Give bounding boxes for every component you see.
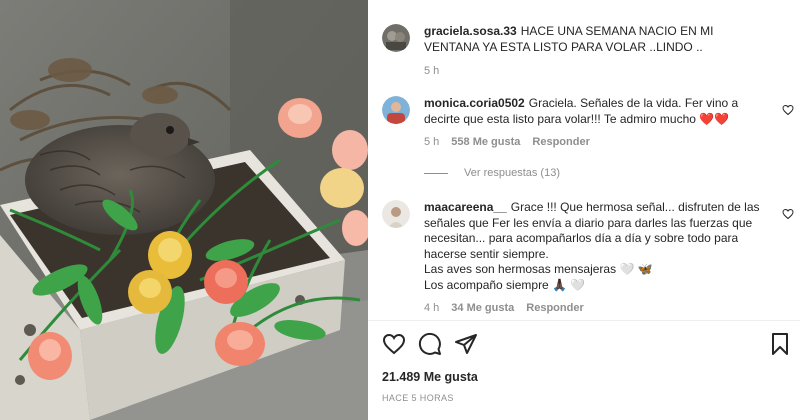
comment-text-line: Las aves son hermosas mensajeras [424,262,617,276]
comment-bubble-icon[interactable] [418,332,442,356]
view-replies-label: Ver respuestas (13) [464,167,560,179]
reply-button[interactable]: Responder [526,302,583,314]
comment-username[interactable]: maacareena__ [424,200,507,214]
caption-username[interactable]: graciela.sosa.33 [424,24,517,38]
pray-heart-emoji: 🙏🏿 🤍 [552,277,586,292]
comment-username[interactable]: monica.coria0502 [424,96,525,110]
reply-button[interactable]: Responder [532,136,589,148]
comment: maacareena__ Grace !!! Que hermosa señal.… [382,200,786,314]
comment: monica.coria0502 Graciela. Señales de la … [382,96,786,148]
replies-divider [424,172,448,174]
likes-count[interactable]: 21.489 Me gusta [382,370,478,384]
post-action-bar [382,332,794,358]
comment-likes[interactable]: 34 Me gusta [451,302,514,314]
author-avatar[interactable] [382,24,410,52]
comment-age[interactable]: 5 h [424,136,439,148]
caption-age[interactable]: 5 h [424,65,439,77]
like-comment-heart-icon[interactable] [782,208,794,220]
comment-age[interactable]: 4 h [424,302,439,314]
post-caption: graciela.sosa.33 HACE UNA SEMANA NACIO EN… [382,24,786,77]
comment-likes[interactable]: 558 Me gusta [451,136,520,148]
like-heart-icon[interactable] [382,332,406,356]
post-timestamp[interactable]: HACE 5 HORAS [382,393,454,403]
commenter-avatar[interactable] [382,96,410,124]
save-bookmark-icon[interactable] [768,332,792,356]
heart-emoji: ❤️❤️ [699,111,730,126]
post-photo[interactable] [0,0,368,420]
share-paper-plane-icon[interactable] [454,332,478,356]
comment-text-line: Los acompaño siempre [424,277,549,292]
commenter-avatar[interactable] [382,200,410,228]
comments-panel: graciela.sosa.33 HACE UNA SEMANA NACIO EN… [368,0,800,420]
actions-divider [368,320,800,321]
view-replies-button[interactable]: Ver respuestas (13) [424,167,560,179]
like-comment-heart-icon[interactable] [782,104,794,116]
heart-butterfly-emoji: 🤍 🦋 [619,262,653,276]
bird-in-planter-photo [0,0,368,420]
